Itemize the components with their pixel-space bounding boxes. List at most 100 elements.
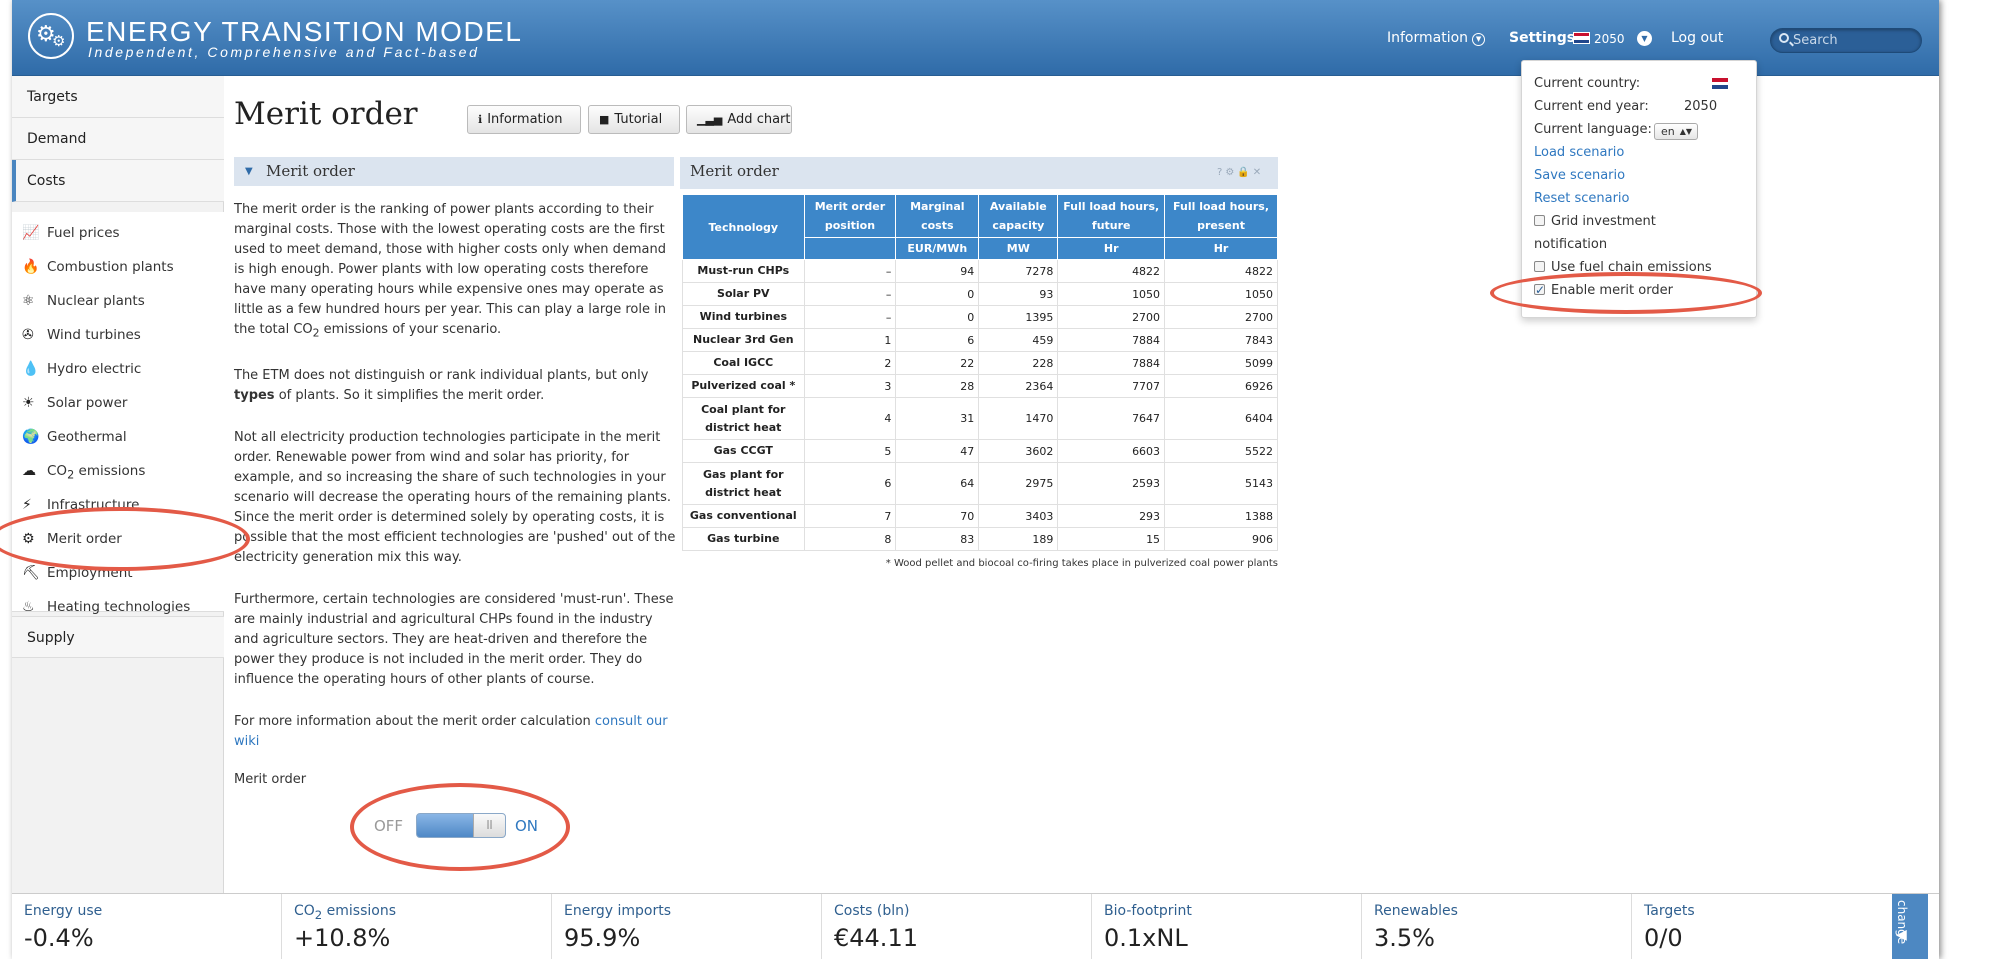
merit-order-toggle[interactable]: || [416,813,506,838]
table-cell: 1 [803,328,897,352]
search-input[interactable] [1793,31,1915,50]
grid-investment-checkbox[interactable] [1534,215,1545,226]
table-cell: Solar PV [682,282,805,306]
table-cell: 2700 [1164,305,1278,329]
etm-logo[interactable]: ⚙ ⚙ [28,13,74,59]
sidebar-section-costs[interactable]: Costs [12,160,224,202]
netherlands-flag-icon[interactable] [1712,78,1728,89]
enable-merit-order-option[interactable]: Enable merit order [1534,281,1673,300]
dashboard-value: 0/0 [1644,924,1683,952]
paragraph: The merit order is the ranking of power … [234,200,678,344]
unit-header: Hr [1057,237,1166,260]
table-cell: 7647 [1057,397,1166,440]
table-cell: 15 [1057,527,1166,551]
nav-logout[interactable]: Log out [1671,30,1723,46]
dashboard-label-suffix: emissions [322,903,397,919]
table-cell: 31 [895,397,980,440]
toggle-on-label[interactable]: ON [515,817,538,835]
table-row: Coal IGCC 2 22 228 7884 5099 [682,351,1278,375]
fuel-chain-label: Use fuel chain emissions [1551,260,1712,275]
section-header-merit-order[interactable]: ▼ Merit order [234,157,674,186]
toggle-knob[interactable]: || [473,814,505,837]
sidebar-item-label: Solar power [47,395,128,411]
sidebar-item-solar-power[interactable]: ☀ Solar power [12,386,224,420]
sidebar-item-fuel-prices[interactable]: 📈 Fuel prices [12,216,224,250]
sidebar-item-combustion-plants[interactable]: 🔥 Combustion plants [12,250,224,284]
sidebar-costs-items: 📈 Fuel prices 🔥 Combustion plants ⚛ Nuclear… [12,212,224,615]
sun-icon: ☀ [22,395,35,411]
dashboard-item-bio-footprint[interactable]: Bio-footprint 0.1xNL [1092,894,1362,959]
sidebar-item-infrastructure[interactable]: ⚡ Infrastructure [12,488,224,522]
language-select[interactable]: en ▲▼ [1654,123,1698,140]
brand-title[interactable]: ENERGY TRANSITION MODEL [86,18,522,46]
unit-header: EUR/MWh [895,237,980,260]
dashboard-value: 0.1xNL [1104,924,1188,952]
save-scenario-link[interactable]: Save scenario [1534,167,1625,185]
sidebar-item-geothermal[interactable]: 🌍 Geothermal [12,420,224,454]
nav-settings[interactable]: Settings [1509,30,1575,46]
table-cell: 189 [978,527,1059,551]
caret-down-icon: ▼ [245,166,253,177]
load-scenario-link[interactable]: Load scenario [1534,144,1624,162]
updown-icon: ▲▼ [1679,127,1692,136]
sidebar-item-hydro-electric[interactable]: 💧 Hydro electric [12,352,224,386]
dashboard-label: Costs (bln) [834,903,910,919]
sidebar-item-nuclear-plants[interactable]: ⚛ Nuclear plants [12,284,224,318]
table-cell: 7278 [978,259,1059,283]
dashboard-label: Energy use [24,903,103,919]
sidebar-section-targets[interactable]: Targets [12,76,224,118]
dashboard-label: Energy imports [564,903,671,919]
dashboard-item-energy-imports[interactable]: Energy imports 95.9% [552,894,822,959]
sidebar-item-wind-turbines[interactable]: ✇ Wind turbines [12,318,224,352]
fuel-chain-option[interactable]: Use fuel chain emissions [1534,259,1712,277]
dashboard-item-renewables[interactable]: Renewables 3.5% [1362,894,1632,959]
gear-icon[interactable]: ⚙ [1225,167,1237,178]
reset-scenario-link[interactable]: Reset scenario [1534,190,1629,208]
sidebar-section-demand[interactable]: Demand [12,118,224,160]
dashboard-change-button[interactable]: change ◀ [1892,894,1928,959]
search-icon [1779,33,1789,43]
sidebar: Targets Demand Costs 📈 Fuel prices 🔥 Combu… [12,76,224,893]
merit-order-table: Technology Merit order position Marginal… [682,194,1278,551]
table-cell: 5099 [1164,351,1278,375]
sidebar-section-supply[interactable]: Supply [12,616,224,658]
dashboard-item-costs[interactable]: Costs (bln) €44.11 [822,894,1092,959]
grid-investment-option[interactable]: Grid investment [1534,213,1656,231]
unit-header: MW [978,237,1059,260]
sidebar-item-merit-order[interactable]: ⚙ Merit order [12,522,224,556]
sidebar-item-label: Fuel prices [47,225,120,241]
nav-end-year[interactable]: 2050 [1594,32,1625,46]
tutorial-button[interactable]: ■ Tutorial [588,105,680,134]
table-cell: 0 [895,282,980,306]
paragraph-text: For more information about the merit ord… [234,713,595,729]
nav-information[interactable]: Information ▼ [1387,30,1486,46]
table-header-row: Technology Merit order position Marginal… [682,194,1278,260]
sidebar-item-co2-emissions[interactable]: ☁ CO2 emissions [12,454,224,488]
table-cell: 459 [978,328,1059,352]
column-header: Full load hours, present [1164,194,1278,238]
lock-icon[interactable]: 🔒 [1237,167,1252,178]
enable-merit-order-checkbox[interactable] [1534,281,1545,299]
table-cell: 1470 [978,397,1059,440]
information-button[interactable]: ℹ Information [467,105,581,134]
dashboard-item-energy-use[interactable]: Energy use -0.4% [12,894,282,959]
arrow-left-icon: ◀ [1896,927,1907,943]
chevron-down-icon[interactable]: ▼ [1637,31,1652,46]
dashboard-value: +10.8% [294,924,391,952]
table-cell: 94 [895,259,980,283]
app-frame: ⚙ ⚙ ENERGY TRANSITION MODEL Independent, … [12,0,1939,959]
dashboard-value: €44.11 [834,924,918,952]
add-chart-button[interactable]: ▁▃▅ Add chart [686,105,792,134]
dashboard-item-co2-emissions[interactable]: CO2 emissions +10.8% [282,894,552,959]
table-cell: 5522 [1164,439,1278,463]
search-box[interactable] [1770,28,1922,53]
toggle-off-label[interactable]: OFF [374,817,403,835]
tutorial-button-label: Tutorial [614,112,663,127]
sidebar-item-employment[interactable]: ⛏ Employment [12,556,224,590]
dashboard-item-targets[interactable]: Targets 0/0 [1632,894,1902,959]
end-year-value[interactable]: 2050 [1684,99,1717,114]
expand-icon[interactable]: ✕ [1253,167,1264,178]
cloud-icon: ☁ [22,463,36,479]
fuel-chain-checkbox[interactable] [1534,261,1545,272]
app: ⚙ ⚙ ENERGY TRANSITION MODEL Independent, … [0,0,1989,959]
